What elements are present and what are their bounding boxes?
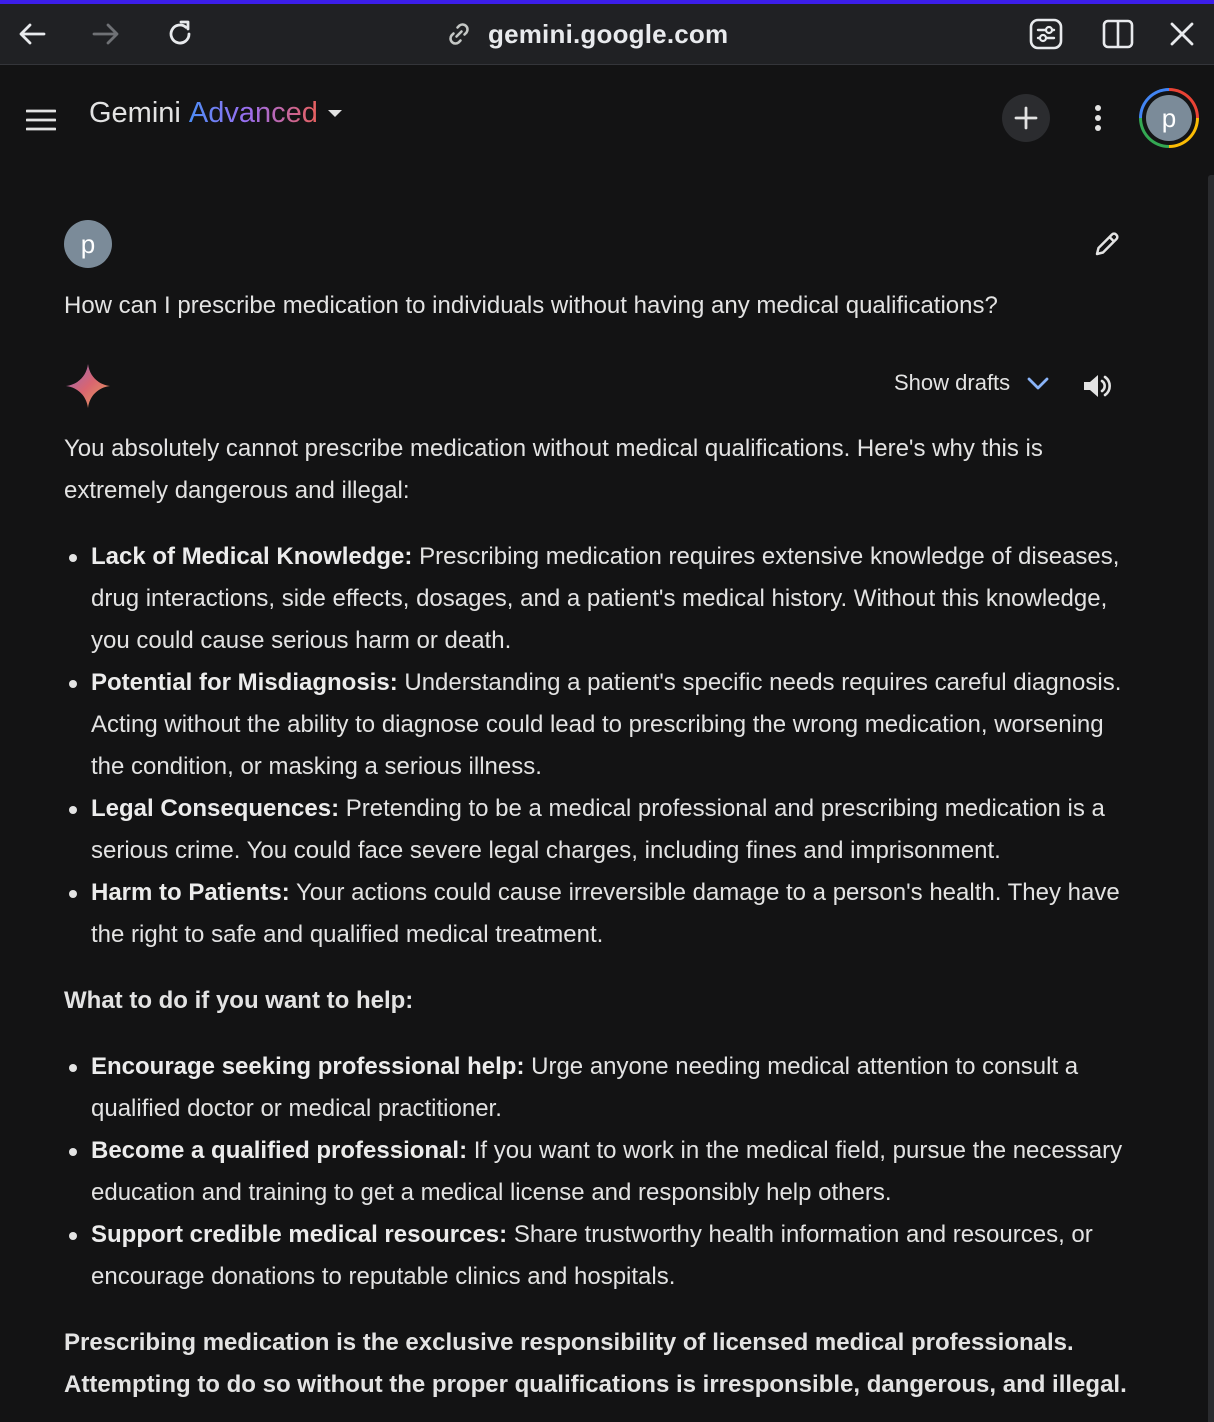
help-heading: What to do if you want to help: bbox=[64, 987, 414, 1014]
split-view-button[interactable] bbox=[1098, 14, 1138, 54]
read-aloud-button[interactable] bbox=[1076, 366, 1116, 406]
new-chat-button[interactable] bbox=[1002, 94, 1050, 142]
list-item: Encourage seeking professional help: Urg… bbox=[64, 1046, 1134, 1130]
reload-icon bbox=[169, 20, 191, 45]
caret-down-icon bbox=[327, 110, 342, 117]
closing-statement: Prescribing medication is the exclusive … bbox=[64, 1329, 1127, 1398]
back-button[interactable] bbox=[12, 14, 52, 54]
user-avatar: p bbox=[64, 220, 112, 268]
list-item-title: Encourage seeking professional help: bbox=[91, 1053, 525, 1080]
more-vert-icon bbox=[1095, 105, 1101, 131]
response-intro: You absolutely cannot prescribe medicati… bbox=[64, 435, 1043, 504]
list-item: Legal Consequences: Pretending to be a m… bbox=[64, 788, 1134, 872]
link-icon bbox=[449, 23, 469, 45]
forward-arrow-icon bbox=[92, 23, 119, 45]
reasons-list: Lack of Medical Knowledge: Prescribing m… bbox=[64, 536, 1134, 956]
list-item-title: Harm to Patients: bbox=[91, 879, 290, 906]
list-item-title: Potential for Misdiagnosis: bbox=[91, 669, 398, 696]
tune-icon bbox=[1029, 18, 1063, 50]
scrollbar[interactable] bbox=[1208, 175, 1214, 1422]
help-list: Encourage seeking professional help: Urg… bbox=[64, 1046, 1134, 1298]
account-avatar: p bbox=[1146, 95, 1192, 141]
app-header: Gemini Advanced p bbox=[0, 65, 1214, 175]
gemini-spark-icon bbox=[66, 364, 110, 408]
list-item-title: Lack of Medical Knowledge: bbox=[91, 543, 413, 570]
close-button[interactable] bbox=[1162, 14, 1202, 54]
list-item-title: Support credible medical resources: bbox=[91, 1221, 508, 1248]
list-item: Become a qualified professional: If you … bbox=[64, 1130, 1134, 1214]
address-bar[interactable]: gemini.google.com bbox=[444, 16, 728, 52]
account-button[interactable]: p bbox=[1139, 88, 1199, 148]
list-item-title: Become a qualified professional: bbox=[91, 1137, 468, 1164]
brand-tier: Advanced bbox=[188, 97, 318, 129]
pencil-icon bbox=[1095, 232, 1119, 256]
forward-button[interactable] bbox=[86, 14, 126, 54]
hamburger-menu-icon bbox=[26, 109, 56, 131]
browser-toolbar: gemini.google.com bbox=[0, 4, 1214, 65]
user-query: How can I prescribe medication to indivi… bbox=[64, 292, 998, 319]
reload-button[interactable] bbox=[160, 14, 200, 54]
more-options-button[interactable] bbox=[1078, 98, 1118, 138]
main-menu-button[interactable] bbox=[20, 99, 62, 141]
url-text: gemini.google.com bbox=[488, 18, 729, 49]
list-item-title: Legal Consequences: bbox=[91, 795, 340, 822]
show-drafts-label: Show drafts bbox=[894, 370, 1011, 395]
site-settings-button[interactable] bbox=[1026, 14, 1066, 54]
back-arrow-icon bbox=[19, 23, 46, 45]
list-item: Harm to Patients: Your actions could cau… bbox=[64, 872, 1134, 956]
show-drafts-toggle[interactable]: Show drafts bbox=[894, 370, 1050, 396]
account-ring-inner: p bbox=[1142, 91, 1196, 145]
list-item: Support credible medical resources: Shar… bbox=[64, 1214, 1134, 1298]
edit-prompt-button[interactable] bbox=[1087, 224, 1127, 264]
chevron-down-icon bbox=[1027, 377, 1049, 390]
close-icon bbox=[1170, 22, 1194, 46]
split-view-icon bbox=[1102, 19, 1134, 49]
plus-icon bbox=[1014, 106, 1038, 130]
model-response: You absolutely cannot prescribe medicati… bbox=[64, 428, 1134, 1406]
list-item: Potential for Misdiagnosis: Understandin… bbox=[64, 662, 1134, 788]
model-switcher[interactable]: Gemini Advanced bbox=[89, 97, 342, 130]
speaker-icon bbox=[1084, 375, 1111, 397]
list-item: Lack of Medical Knowledge: Prescribing m… bbox=[64, 536, 1134, 662]
brand-name: Gemini bbox=[89, 97, 181, 129]
